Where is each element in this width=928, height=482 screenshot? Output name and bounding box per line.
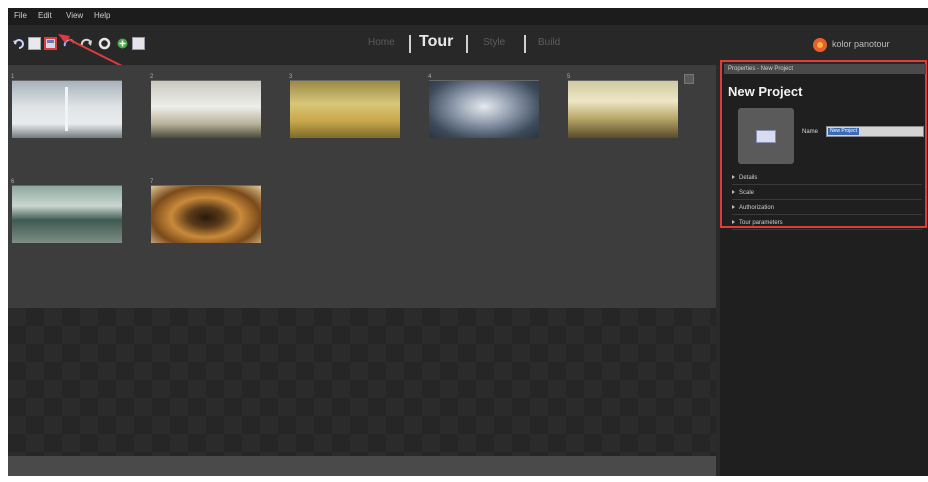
panorama-thumbnail[interactable]: 6	[11, 179, 122, 243]
kolor-logo-icon	[813, 38, 827, 52]
new-file-icon[interactable]	[28, 37, 41, 50]
project-name-value: New Project	[828, 128, 859, 135]
brand-name: kolor panotour	[832, 39, 890, 49]
project-name-input[interactable]: New Project	[826, 126, 924, 137]
section-label: Scale	[739, 190, 755, 196]
name-label: Name	[802, 129, 819, 135]
tower-shape	[65, 87, 68, 131]
thumbnail-number: 3	[289, 74, 293, 80]
menu-help[interactable]: Help	[94, 11, 110, 20]
expand-icon[interactable]	[684, 74, 694, 84]
panorama-thumbnail[interactable]: 4	[428, 74, 539, 138]
undo-icon[interactable]	[12, 37, 25, 50]
expand-arrow-icon	[732, 220, 735, 225]
panorama-viewer[interactable]	[8, 308, 716, 456]
project-thumbnail[interactable]	[738, 108, 794, 164]
project-title: New Project	[728, 84, 803, 99]
thumbnail-number: 2	[150, 74, 154, 80]
menu-file[interactable]: File	[14, 11, 27, 20]
panorama-thumbnail[interactable]: 5	[567, 74, 678, 138]
panorama-thumbnail[interactable]: 7	[150, 179, 261, 243]
section-tour-parameters[interactable]: Tour parameters	[732, 217, 922, 230]
thumbnail-number: 4	[428, 74, 432, 80]
section-label: Authorization	[739, 205, 775, 211]
menu-edit[interactable]: Edit	[38, 11, 52, 20]
expand-arrow-icon	[732, 190, 735, 195]
panorama-thumbnail[interactable]: 2	[150, 74, 261, 138]
properties-header: Properties - New Project	[724, 64, 926, 74]
panorama-thumbnail[interactable]: 1	[11, 74, 122, 138]
section-scale[interactable]: Scale	[732, 187, 922, 200]
section-label: Details	[739, 175, 758, 181]
project-icon	[756, 130, 776, 143]
expand-arrow-icon	[732, 205, 735, 210]
thumbnail-number: 5	[567, 74, 571, 80]
expand-arrow-icon	[732, 175, 735, 180]
tab-separator	[466, 35, 468, 53]
properties-highlight: Properties - New Project New Project Nam…	[720, 60, 927, 230]
brand-logo: kolor panotour	[812, 34, 922, 56]
tab-separator	[409, 35, 411, 53]
thumbnail-number: 6	[11, 179, 15, 185]
section-details[interactable]: Details	[732, 172, 922, 185]
toolbar: Home Tour Style Build kolor panotour	[8, 25, 928, 65]
tab-home[interactable]: Home	[368, 37, 395, 48]
status-bar	[8, 456, 716, 476]
tab-build[interactable]: Build	[538, 37, 560, 48]
menu-view[interactable]: View	[66, 11, 83, 20]
tab-tour[interactable]: Tour	[419, 33, 453, 51]
panorama-thumbnail[interactable]: 3	[289, 74, 400, 138]
panorama-gallery: 1 2 3 4 5 6 7	[8, 65, 716, 308]
application-window: File Edit View Help Home Tour Style Buil…	[8, 8, 928, 476]
section-authorization[interactable]: Authorization	[732, 202, 922, 215]
thumbnail-number: 1	[11, 74, 15, 80]
thumbnail-number: 7	[150, 179, 154, 185]
menu-bar: File Edit View Help	[8, 8, 928, 25]
tab-separator	[524, 35, 526, 53]
tab-style[interactable]: Style	[483, 37, 505, 48]
section-label: Tour parameters	[739, 220, 783, 226]
